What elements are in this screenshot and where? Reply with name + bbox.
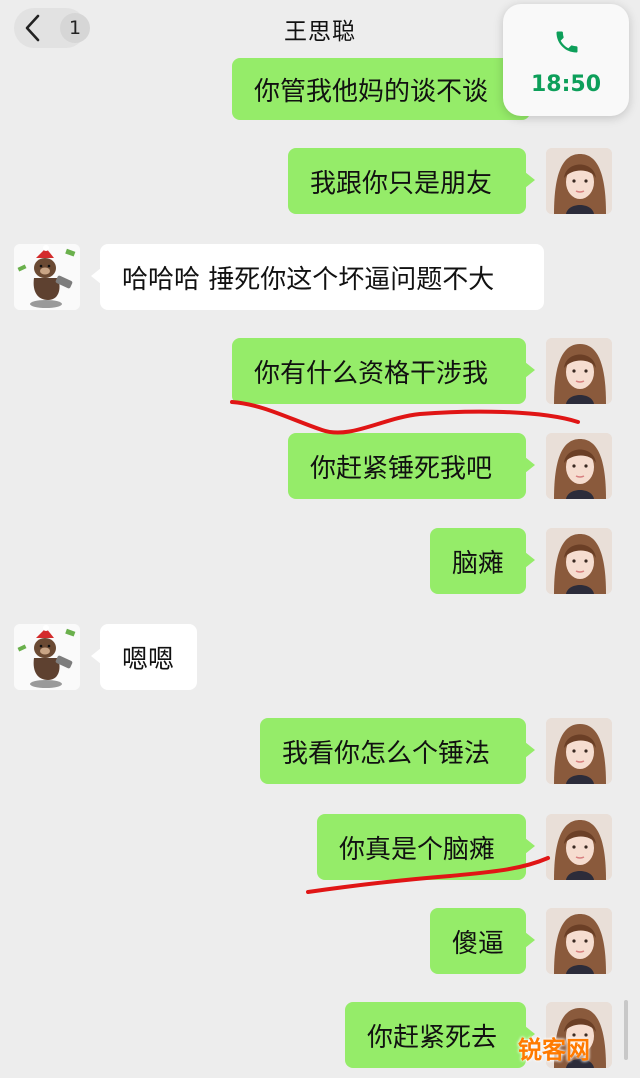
avatar[interactable] <box>14 244 80 310</box>
avatar-girl-icon <box>546 433 612 499</box>
avatar-girl-icon <box>546 528 612 594</box>
phone-icon <box>556 31 578 53</box>
message-bubble[interactable]: 我跟你只是朋友 <box>288 148 535 214</box>
message-bubble[interactable]: 你有什么资格干涉我 <box>232 338 535 404</box>
message-bubble[interactable]: 脑瘫 <box>430 528 535 594</box>
avatar[interactable] <box>14 624 80 690</box>
avatar-girl-icon <box>546 338 612 404</box>
scrollbar[interactable] <box>624 1000 628 1060</box>
avatar-girl-icon <box>546 908 612 974</box>
avatar[interactable] <box>546 338 612 404</box>
annotation-underline <box>230 400 580 435</box>
message-bubble[interactable]: 哈哈哈 捶死你这个坏逼问题不大 <box>91 244 544 310</box>
message-bubble[interactable]: 你赶紧锤死我吧 <box>288 433 535 499</box>
avatar[interactable] <box>546 528 612 594</box>
avatar[interactable] <box>546 718 612 784</box>
message-bubble[interactable]: 我看你怎么个锤法 <box>260 718 535 784</box>
message-bubble[interactable]: 你真是个脑瘫 <box>317 814 535 880</box>
message-bubble[interactable]: 傻逼 <box>430 908 535 974</box>
avatar-bear-icon <box>14 624 80 690</box>
avatar-bear-icon <box>14 244 80 310</box>
avatar[interactable] <box>546 908 612 974</box>
message-bubble[interactable]: 嗯嗯 <box>91 624 197 690</box>
avatar-girl-icon <box>546 718 612 784</box>
avatar-girl-icon <box>546 814 612 880</box>
call-overlay[interactable]: 18:50 <box>503 4 629 116</box>
avatar[interactable] <box>546 814 612 880</box>
message-bubble[interactable]: 你管我他妈的谈不谈 <box>232 58 539 120</box>
avatar-girl-icon <box>546 148 612 214</box>
message-bubble[interactable]: 你赶紧死去 <box>345 1002 535 1068</box>
watermark: 锐客网 <box>518 1036 590 1064</box>
call-duration: 18:50 <box>530 72 602 97</box>
avatar[interactable] <box>546 148 612 214</box>
avatar[interactable] <box>546 433 612 499</box>
